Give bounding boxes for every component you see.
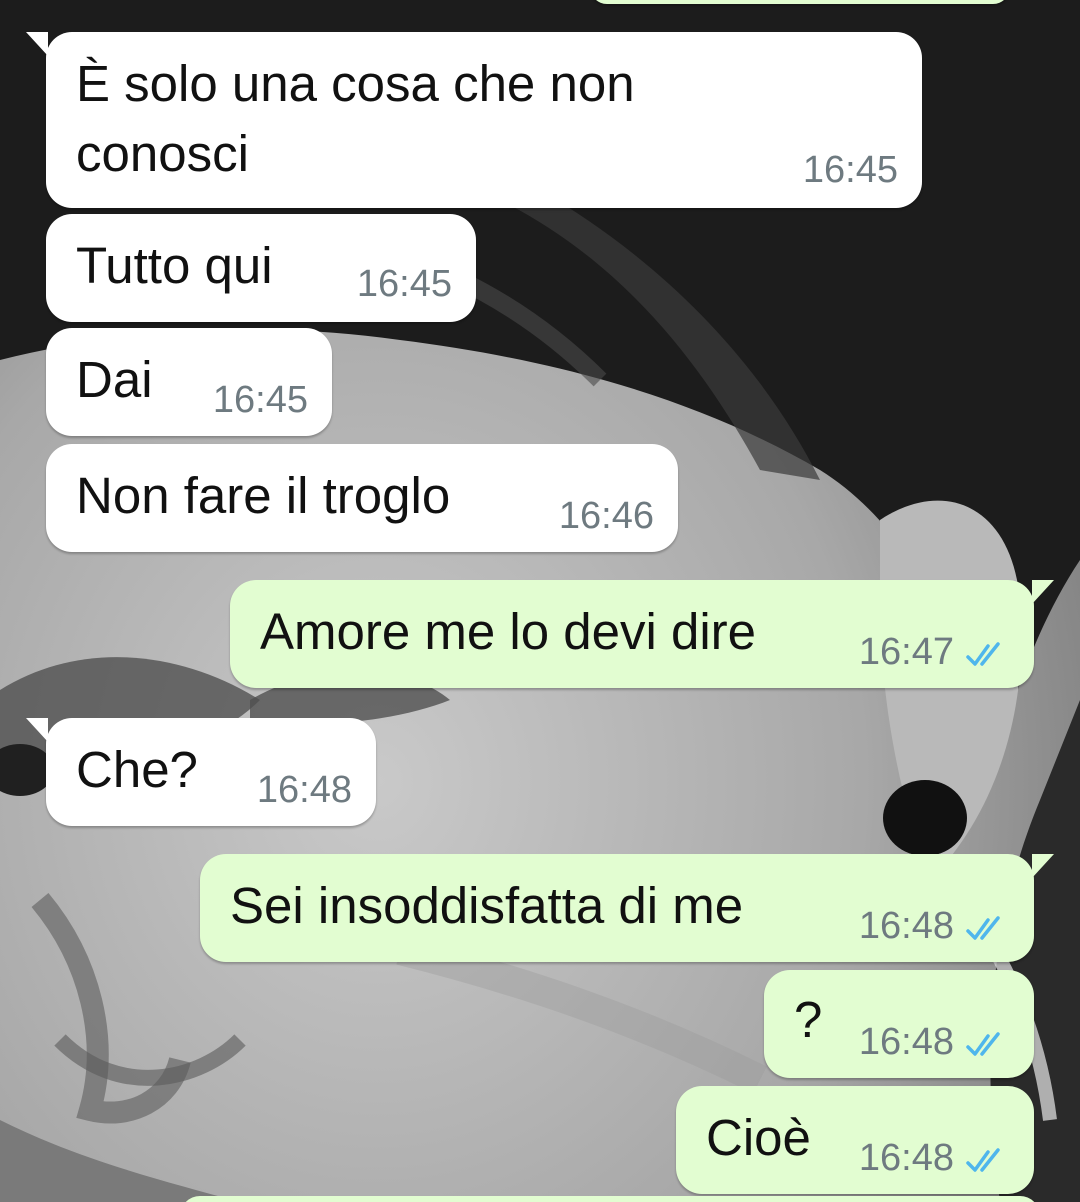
message-text: Cioè (706, 1109, 811, 1166)
incoming-message[interactable]: Dai 16:45 (46, 328, 332, 436)
message-timestamp: 16:47 (858, 631, 954, 673)
message-timestamp: 16:48 (858, 1137, 954, 1179)
incoming-message[interactable]: È solo una cosa che non conosci 16:45 (26, 32, 922, 208)
message-timestamp: 16:45 (356, 263, 452, 305)
outgoing-message[interactable]: Cioè 16:48 (676, 1086, 1034, 1194)
message-text-line-2: conosci (76, 125, 249, 182)
message-text: ? (794, 991, 823, 1048)
incoming-message[interactable]: Non fare il troglo 16:46 (46, 444, 678, 552)
incoming-message[interactable]: Che? 16:48 (26, 718, 376, 826)
double-check-icon (966, 1148, 1000, 1172)
message-bubble-partial (180, 1196, 1040, 1202)
double-check-icon (966, 916, 1000, 940)
message-text: Dai (76, 351, 153, 408)
outgoing-message[interactable]: ? 16:48 (764, 970, 1034, 1078)
bubble-tail (26, 718, 48, 742)
outgoing-message[interactable]: Amore me lo devi dire 16:47 (230, 580, 1054, 688)
outgoing-message[interactable]: Sei insoddisfatta di me 16:48 (200, 854, 1054, 962)
message-timestamp: 16:48 (858, 1021, 954, 1063)
message-text: Non fare il troglo (76, 467, 451, 524)
message-timestamp: 16:45 (212, 379, 308, 421)
bubble-tail (26, 32, 48, 56)
message-text: Che? (76, 741, 198, 798)
chat-screen: È solo una cosa che non conosci 16:45 Tu… (0, 0, 1080, 1202)
message-text: Sei insoddisfatta di me (230, 877, 744, 934)
message-timestamp: 16:48 (858, 905, 954, 947)
double-check-icon (966, 1032, 1000, 1056)
bubble-tail (1032, 854, 1054, 878)
message-text-line-1: È solo una cosa che non (76, 55, 635, 112)
message-timestamp: 16:48 (256, 769, 352, 811)
incoming-message[interactable]: Tutto qui 16:45 (46, 214, 476, 322)
message-timestamp: 16:46 (558, 495, 654, 537)
message-text: Tutto qui (76, 237, 273, 294)
bubble-tail (1032, 580, 1054, 604)
message-timestamp: 16:45 (802, 149, 898, 191)
earring-icon (883, 780, 967, 856)
message-bubble-partial (590, 0, 1010, 4)
double-check-icon (966, 642, 1000, 666)
message-text: Amore me lo devi dire (260, 603, 757, 660)
